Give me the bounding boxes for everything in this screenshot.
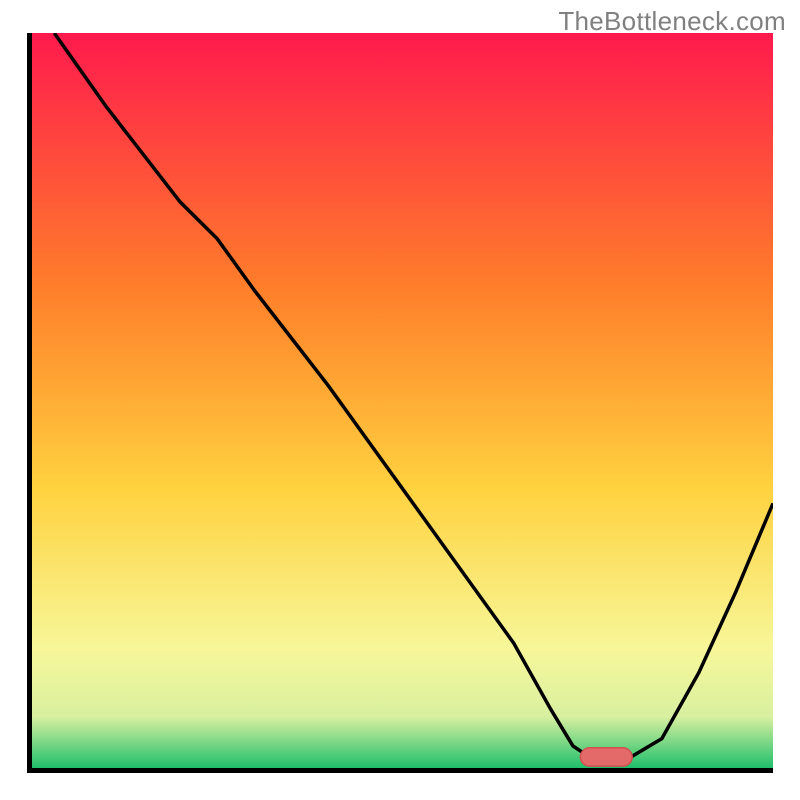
optimal-range-marker <box>580 748 632 766</box>
gradient-background <box>32 33 773 768</box>
plot-svg <box>32 33 773 768</box>
chart-container: TheBottleneck.com <box>0 0 800 800</box>
plot-area <box>27 33 773 773</box>
